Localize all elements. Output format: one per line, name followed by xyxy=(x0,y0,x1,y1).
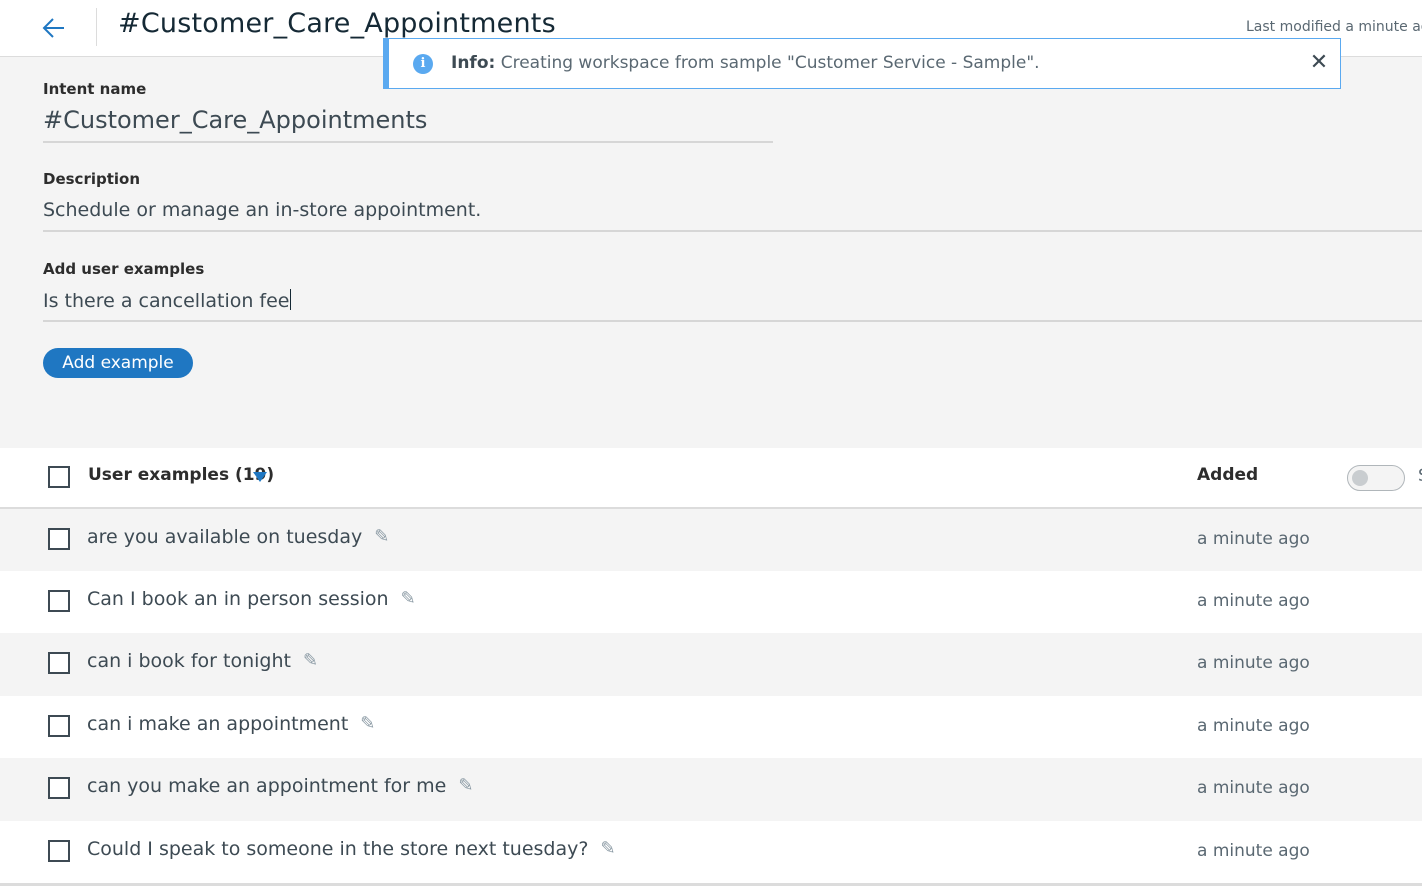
intent-name-input[interactable]: #Customer_Care_Appointments xyxy=(43,106,427,134)
add-examples-underline xyxy=(43,320,1422,322)
toast-label: Info: xyxy=(451,53,496,73)
add-examples-value: Is there a cancellation fee xyxy=(43,290,290,312)
row-checkbox[interactable] xyxy=(48,715,70,737)
table-row: can you make an appointment for me ✎ a mi… xyxy=(0,758,1422,820)
description-underline xyxy=(43,230,1422,232)
example-text[interactable]: Could I speak to someone in the store ne… xyxy=(87,838,588,860)
last-modified-text: Last modified a minute ago xyxy=(1246,19,1422,35)
pencil-icon[interactable]: ✎ xyxy=(401,588,416,609)
added-time: a minute ago xyxy=(1197,653,1310,673)
row-checkbox[interactable] xyxy=(48,528,70,550)
example-text[interactable]: are you available on tuesday xyxy=(87,526,362,548)
page-title: #Customer_Care_Appointments xyxy=(118,8,556,39)
pencil-icon[interactable]: ✎ xyxy=(458,775,473,796)
toast-message-text: Creating workspace from sample "Customer… xyxy=(495,53,1040,73)
close-icon[interactable]: ✕ xyxy=(1305,49,1333,77)
added-time: a minute ago xyxy=(1197,716,1310,736)
add-example-button[interactable]: Add example xyxy=(43,348,193,378)
row-checkbox[interactable] xyxy=(48,777,70,799)
intent-name-label: Intent name xyxy=(43,80,147,98)
user-examples-header[interactable]: User examples (19) xyxy=(88,465,274,485)
example-text[interactable]: can i book for tonight xyxy=(87,650,291,672)
row-checkbox[interactable] xyxy=(48,652,70,674)
info-toast: i Info: Creating workspace from sample "… xyxy=(383,38,1341,89)
added-column-header[interactable]: Added xyxy=(1197,465,1258,485)
row-checkbox[interactable] xyxy=(48,590,70,612)
toggle-label: S xyxy=(1418,466,1422,486)
pencil-icon[interactable]: ✎ xyxy=(360,713,375,734)
table-header: User examples (19) Added S xyxy=(0,448,1422,510)
added-time: a minute ago xyxy=(1197,841,1310,861)
intent-name-underline xyxy=(43,141,773,143)
example-text[interactable]: Can I book an in person session xyxy=(87,588,389,610)
row-checkbox[interactable] xyxy=(48,840,70,862)
added-time: a minute ago xyxy=(1197,529,1310,549)
table-row: can i book for tonight ✎ a minute ago xyxy=(0,633,1422,695)
description-input[interactable]: Schedule or manage an in-store appointme… xyxy=(43,199,481,221)
table-row: can i make an appointment ✎ a minute ago xyxy=(0,696,1422,758)
toast-message: Info: Creating workspace from sample "Cu… xyxy=(451,53,1040,73)
info-icon: i xyxy=(413,54,433,74)
header-divider xyxy=(96,8,97,46)
back-arrow-icon[interactable] xyxy=(40,14,68,42)
table-row: Could I speak to someone in the store ne… xyxy=(0,821,1422,883)
pencil-icon[interactable]: ✎ xyxy=(600,838,615,859)
added-time: a minute ago xyxy=(1197,591,1310,611)
description-label: Description xyxy=(43,170,141,188)
table-row: Can I book an in person session ✎ a minut… xyxy=(0,571,1422,633)
table-row: are you available on tuesday ✎ a minute a… xyxy=(0,509,1422,571)
toggle-switch[interactable] xyxy=(1347,465,1405,491)
select-all-checkbox[interactable] xyxy=(48,466,70,488)
sort-down-icon[interactable] xyxy=(253,472,267,482)
added-time: a minute ago xyxy=(1197,778,1310,798)
add-examples-input[interactable]: Is there a cancellation fee xyxy=(43,289,291,312)
add-examples-label: Add user examples xyxy=(43,260,205,278)
example-text[interactable]: can i make an appointment xyxy=(87,713,348,735)
text-cursor xyxy=(289,289,291,310)
toggle-knob xyxy=(1352,470,1368,486)
pencil-icon[interactable]: ✎ xyxy=(374,526,389,547)
pencil-icon[interactable]: ✎ xyxy=(303,650,318,671)
example-text[interactable]: can you make an appointment for me xyxy=(87,775,446,797)
